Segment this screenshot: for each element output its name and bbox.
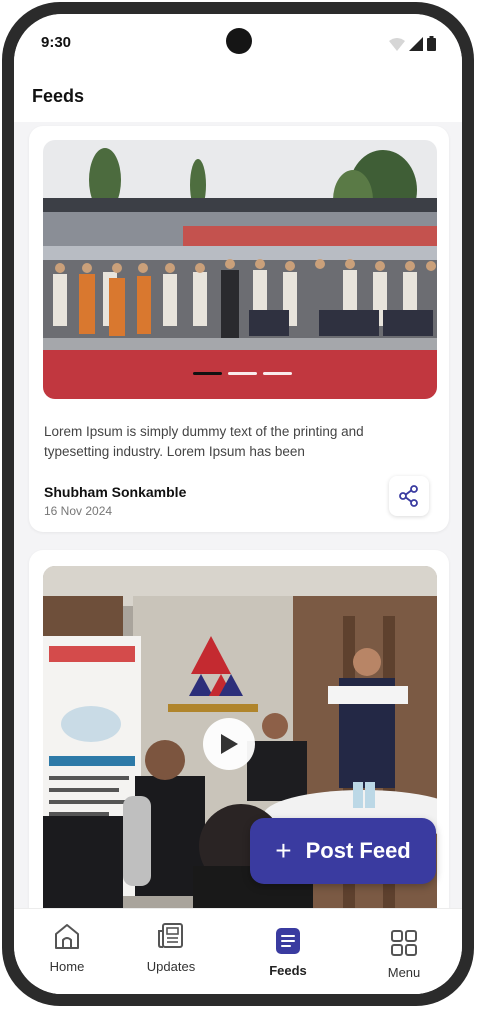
- nav-label-menu: Menu: [387, 965, 421, 980]
- status-time: 9:30: [41, 34, 72, 51]
- feed-date: 16 Nov 2024: [44, 504, 113, 518]
- nav-item-feeds[interactable]: Feeds: [243, 927, 333, 978]
- carousel-indicator[interactable]: [193, 372, 292, 375]
- share-icon: [399, 485, 418, 507]
- app-screen: 9:30 Feeds Lorem Ipsum is simply dummy t…: [14, 14, 462, 994]
- share-button[interactable]: [389, 476, 429, 516]
- grid-icon: [391, 930, 417, 956]
- signal-icon: [409, 37, 423, 51]
- nav-item-updates[interactable]: Updates: [126, 921, 216, 974]
- feed-description: Lorem Ipsum is simply dummy text of the …: [44, 424, 364, 459]
- page-title: Feeds: [32, 86, 85, 106]
- play-button[interactable]: [203, 718, 255, 770]
- feed-author: Shubham Sonkamble: [44, 484, 187, 500]
- battery-icon: [427, 36, 436, 51]
- feeds-icon: [276, 928, 300, 954]
- newspaper-icon: [158, 923, 183, 948]
- feed-photo-group: [43, 140, 437, 399]
- feed-card[interactable]: Lorem Ipsum is simply dummy text of the …: [29, 126, 449, 532]
- status-icons: [389, 36, 436, 51]
- wifi-icon: [389, 38, 405, 51]
- carousel-dot[interactable]: [193, 372, 222, 375]
- feed-image-carousel[interactable]: [43, 140, 437, 399]
- bottom-navigation: Home Updates Feeds Menu: [14, 908, 462, 994]
- carousel-dot[interactable]: [228, 372, 257, 375]
- carousel-dot[interactable]: [263, 372, 292, 375]
- home-icon: [55, 924, 79, 949]
- app-header: Feeds: [14, 64, 462, 122]
- play-icon: [221, 734, 238, 754]
- nav-label-feeds: Feeds: [269, 963, 307, 978]
- post-feed-label: Post Feed: [305, 838, 411, 863]
- nav-item-menu[interactable]: Menu: [359, 929, 449, 980]
- post-feed-button[interactable]: + Post Feed: [250, 818, 436, 884]
- camera-cutout: [226, 28, 252, 54]
- nav-label-updates: Updates: [146, 959, 196, 974]
- status-bar: 9:30: [14, 14, 462, 64]
- nav-label-home: Home: [49, 959, 85, 974]
- phone-frame: 9:30 Feeds Lorem Ipsum is simply dummy t…: [2, 2, 474, 1006]
- plus-icon: +: [275, 835, 292, 866]
- nav-item-home[interactable]: Home: [22, 921, 112, 974]
